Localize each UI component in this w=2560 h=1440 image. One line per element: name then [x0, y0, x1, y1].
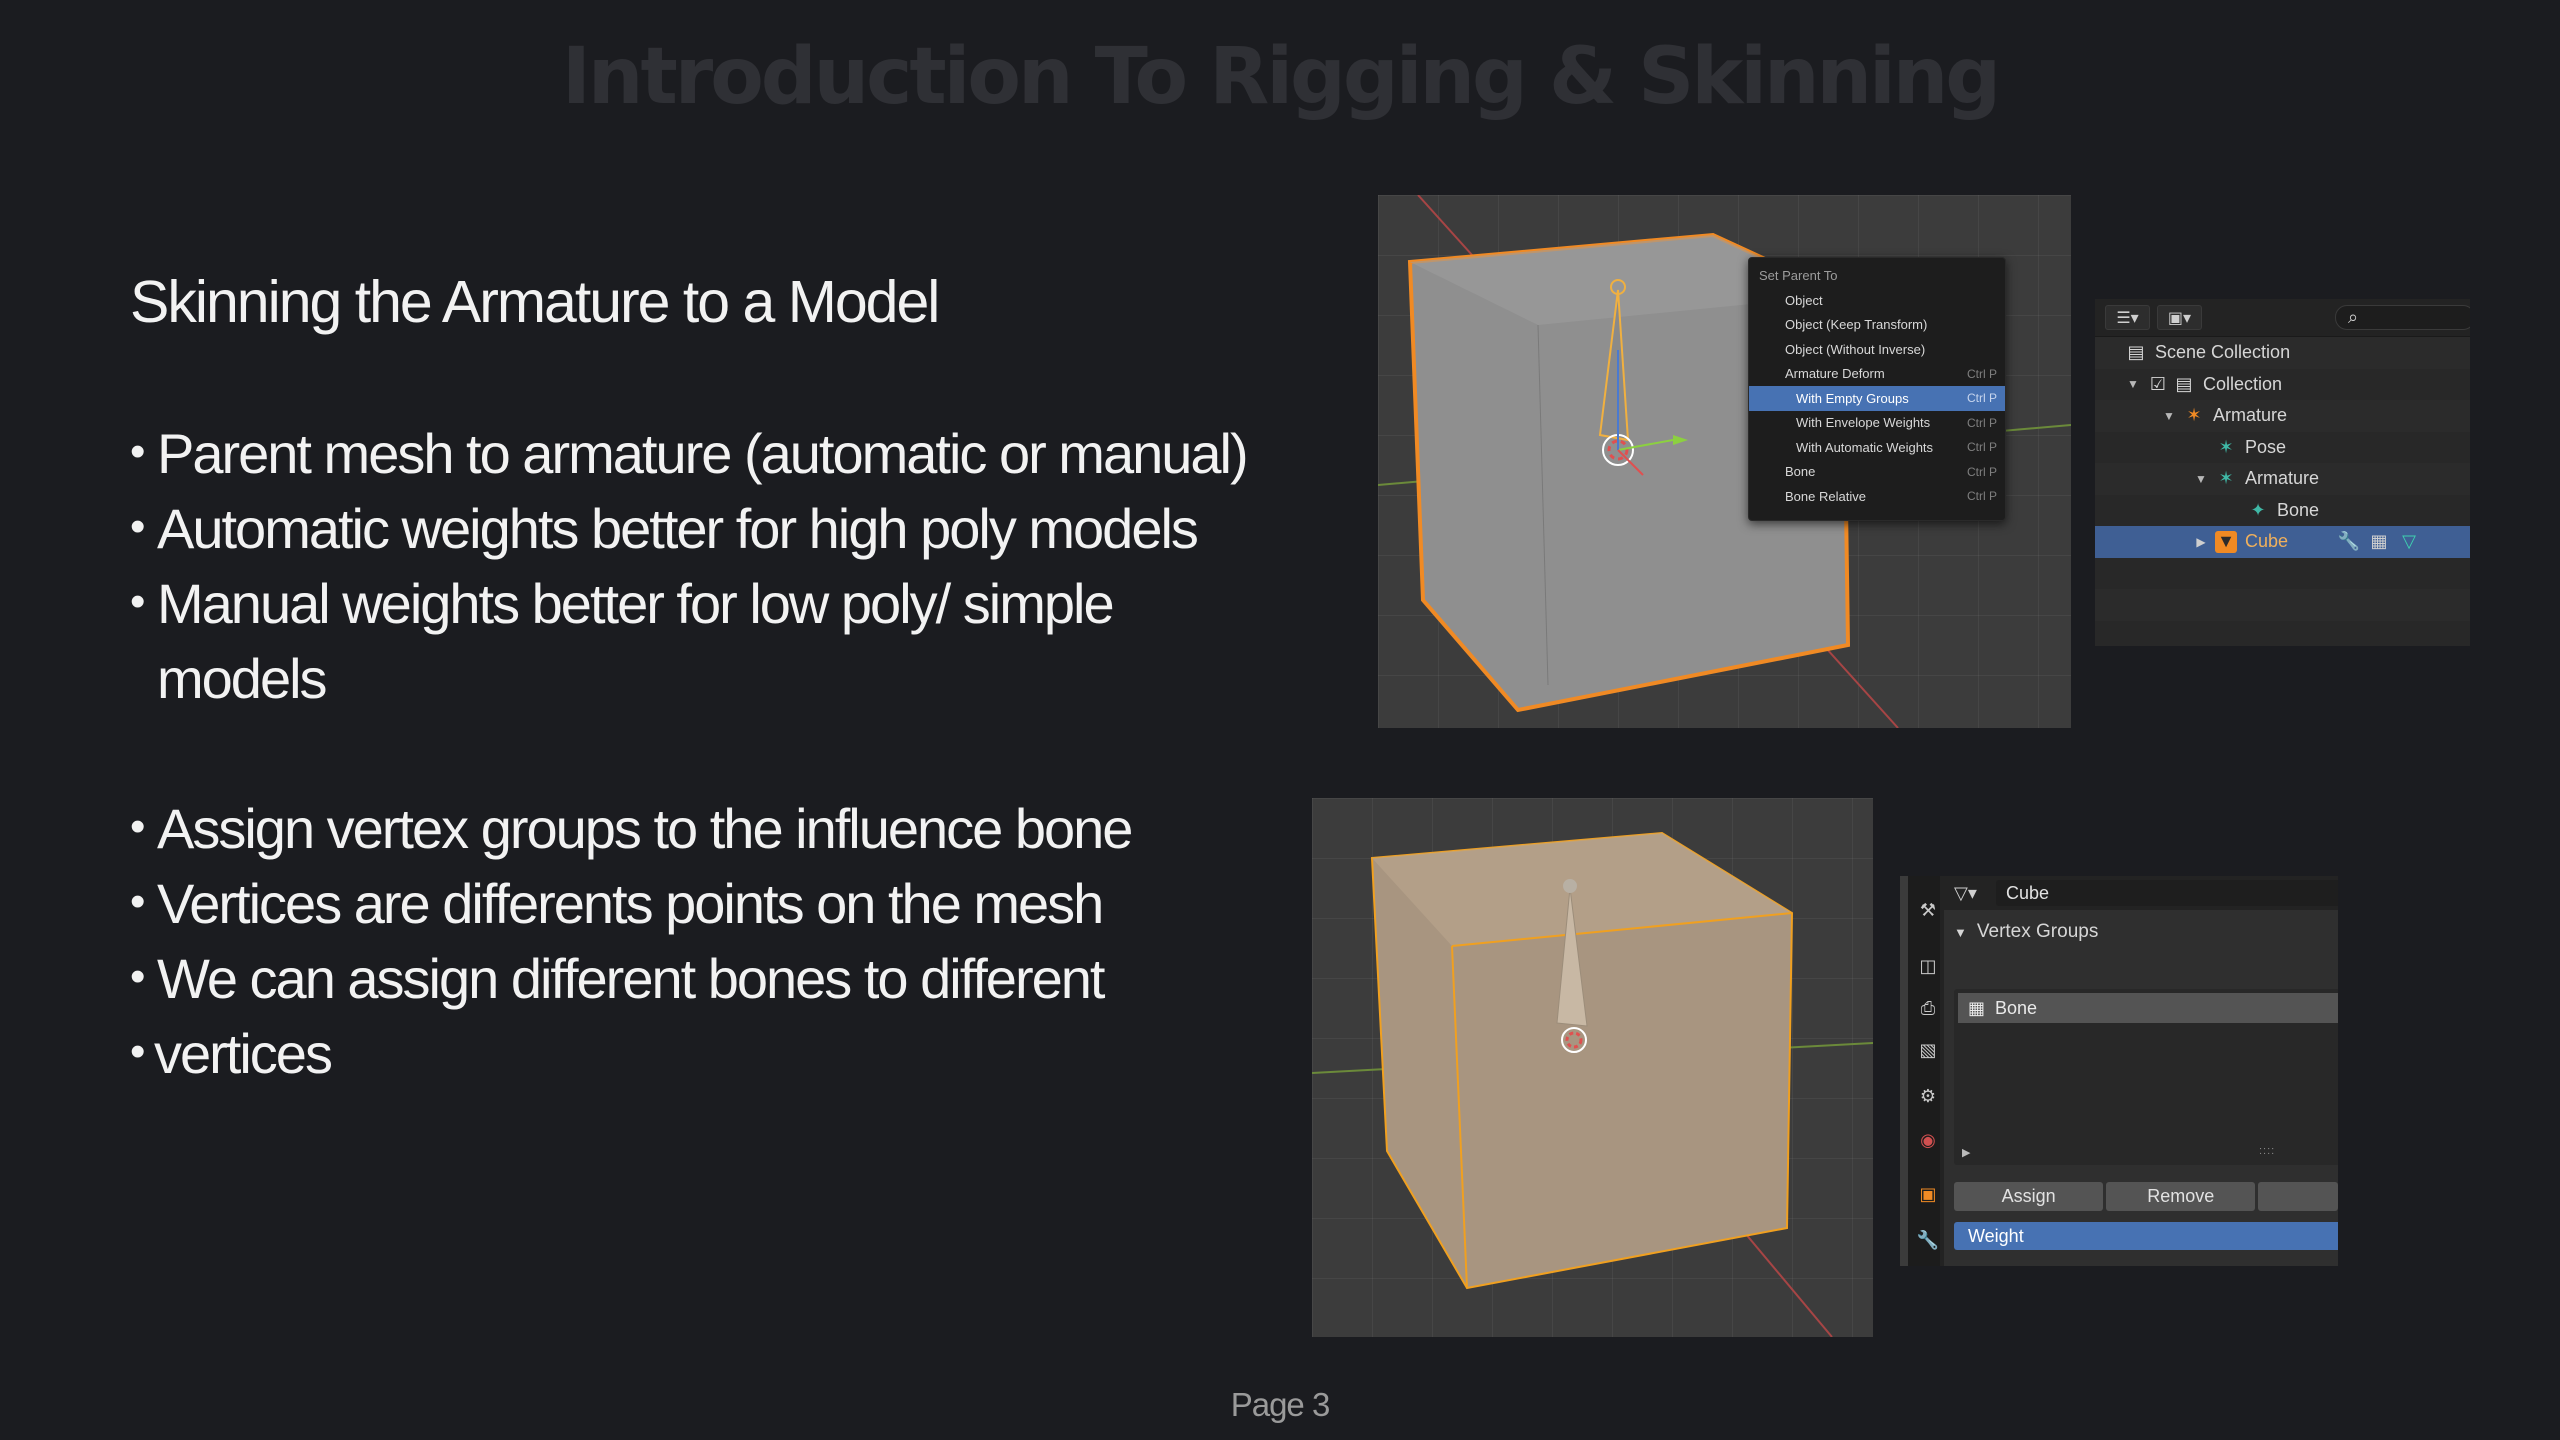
bullet-item: Automatic weights better for high poly m…	[130, 489, 1270, 566]
outliner-item-armature[interactable]: ▼ ✶ Armature	[2095, 400, 2470, 432]
remove-button[interactable]: Remove	[2106, 1182, 2256, 1211]
resize-grip-icon[interactable]: ::::	[2259, 1145, 2275, 1157]
outliner-item-cube[interactable]: ▶ ▼ Cube 🔧 ▦ ▽	[2095, 526, 2470, 558]
menu-item-object-without-inverse[interactable]: Object (Without Inverse)	[1749, 337, 2005, 362]
viewport-parenting[interactable]: Set Parent To Object Object (Keep Transf…	[1378, 195, 2071, 728]
menu-item-bone-relative[interactable]: Bone Relative Ctrl P	[1749, 484, 2005, 509]
bullet-item: Parent mesh to armature (automatic or ma…	[130, 414, 1270, 491]
outliner-item-pose[interactable]: ✶ Pose	[2095, 432, 2470, 464]
viewport-weights[interactable]	[1312, 798, 1873, 1337]
list-options-arrow-icon[interactable]: ▶	[1962, 1146, 1970, 1159]
collection-icon: ▤	[2175, 373, 2193, 394]
outliner-item-collection[interactable]: ▼ ☑ ▤ Collection	[2095, 369, 2470, 401]
view-layer-tab-icon[interactable]: ▧	[1916, 1038, 1940, 1062]
assign-button[interactable]: Assign	[1954, 1182, 2104, 1211]
bullet-item: Assign vertex groups to the influence bo…	[130, 789, 1270, 866]
menu-item-with-envelope-weights[interactable]: With Envelope Weights Ctrl P	[1749, 411, 2005, 436]
display-mode-button[interactable]: ☰▾	[2105, 305, 2150, 330]
outliner-header: ☰▾ ▣▾ ⌕	[2095, 299, 2470, 337]
collapse-arrow-icon[interactable]: ▶	[2193, 535, 2209, 549]
output-tab-icon[interactable]: ⎙	[1916, 996, 1940, 1020]
menu-item-object[interactable]: Object	[1749, 288, 2005, 313]
slide-subtitle: Skinning the Armature to a Model	[130, 269, 940, 335]
armature-data-icon: ✶	[2218, 468, 2234, 489]
slide-content: Skinning the Armature to a Model Parent …	[130, 268, 1270, 1091]
modifier-tab-icon[interactable]: 🔧	[1916, 1228, 1940, 1252]
outliner-item-bone[interactable]: ✦ Bone	[2095, 495, 2470, 527]
vertex-group-list: ▦ Bone ▶ ::::	[1954, 989, 2338, 1165]
checkbox-icon[interactable]: ☑	[2147, 373, 2169, 395]
world-tab-icon[interactable]: ◉	[1916, 1128, 1940, 1152]
menu-item-with-automatic-weights[interactable]: With Automatic Weights Ctrl P	[1749, 435, 2005, 460]
menu-item-with-empty-groups[interactable]: With Empty Groups Ctrl P	[1749, 386, 2005, 411]
mesh-data-icon[interactable]: ▽	[2398, 531, 2420, 553]
vertex-groups-section[interactable]: ▼ Vertex Groups	[1944, 910, 2338, 954]
search-icon: ⌕	[2348, 307, 2359, 327]
object-tab-icon[interactable]: ▣	[1916, 1182, 1940, 1206]
bullet-item: We can assign different bones to differe…	[130, 939, 1270, 1016]
render-tab-icon[interactable]: ◫	[1916, 954, 1940, 978]
outliner-item-scene-collection[interactable]: ▤ Scene Collection	[2095, 337, 2470, 369]
outliner-item-armature-data[interactable]: ▼ ✶ Armature	[2095, 463, 2470, 495]
object-name-field[interactable]: Cube	[1996, 880, 2338, 906]
armature-icon: ✶	[2186, 405, 2202, 426]
tool-tab-icon[interactable]: ⚒	[1916, 898, 1940, 922]
viewport-scene-weights	[1312, 831, 1873, 1337]
modifier-wrench-icon[interactable]: 🔧	[2338, 531, 2360, 553]
vertex-group-buttons: Assign Remove	[1954, 1182, 2338, 1211]
bullet-item: Vertices are differents points on the me…	[130, 864, 1270, 941]
properties-content: ▽▾ Cube ▼ Vertex Groups ▦ Bone ▶ :::: As…	[1944, 876, 2338, 1266]
page-number: Page 3	[1230, 1386, 1331, 1423]
set-parent-menu: Set Parent To Object Object (Keep Transf…	[1748, 257, 2006, 521]
menu-item-object-keep-transform[interactable]: Object (Keep Transform)	[1749, 313, 2005, 338]
collection-icon: ▤	[2127, 342, 2145, 363]
bullet-item-continued: vertices	[130, 1014, 1270, 1091]
vertex-group-item[interactable]: ▦ Bone	[1958, 993, 2338, 1023]
mesh-object-icon: ▼	[2215, 530, 2237, 553]
properties-header: ▽▾ Cube	[1944, 876, 2338, 910]
bone-icon: ✦	[2250, 499, 2266, 520]
vertex-groups-icon[interactable]: ▦	[2368, 531, 2390, 553]
bullet-list: Parent mesh to armature (automatic or ma…	[130, 414, 1270, 1091]
expand-arrow-icon[interactable]: ▼	[1954, 925, 1967, 940]
scene-tab-icon[interactable]: ⚙	[1916, 1084, 1940, 1108]
expand-arrow-icon[interactable]: ▼	[2161, 409, 2177, 423]
expand-arrow-icon[interactable]: ▼	[2193, 472, 2209, 486]
vertex-group-icon: ▦	[1968, 997, 1986, 1018]
select-button[interactable]	[2258, 1182, 2338, 1211]
outliner-panel: ☰▾ ▣▾ ⌕ ▤ Scene Collection ▼ ☑ ▤ Collect…	[2095, 299, 2470, 646]
mesh-data-icon[interactable]: ▽▾	[1954, 883, 1996, 904]
filter-button[interactable]: ▣▾	[2157, 305, 2202, 330]
pose-icon: ✶	[2218, 436, 2234, 457]
slide-title: Introduction To Rigging & Skinning	[561, 32, 2001, 122]
properties-tabs: ⚒ ◫ ⎙ ▧ ⚙ ◉ ▣ 🔧	[1900, 876, 1940, 1266]
properties-panel: ⚒ ◫ ⎙ ▧ ⚙ ◉ ▣ 🔧 ▽▾ Cube ▼ Vertex Groups …	[1900, 876, 2338, 1266]
menu-item-bone[interactable]: Bone Ctrl P	[1749, 460, 2005, 485]
menu-item-armature-deform[interactable]: Armature Deform Ctrl P	[1749, 362, 2005, 387]
weight-slider[interactable]: Weight	[1954, 1222, 2338, 1250]
expand-arrow-icon[interactable]: ▼	[2125, 377, 2141, 391]
outliner-search[interactable]: ⌕	[2335, 305, 2470, 330]
menu-title: Set Parent To	[1759, 268, 1838, 283]
bullet-item: Manual weights better for low poly/ simp…	[130, 564, 1270, 716]
